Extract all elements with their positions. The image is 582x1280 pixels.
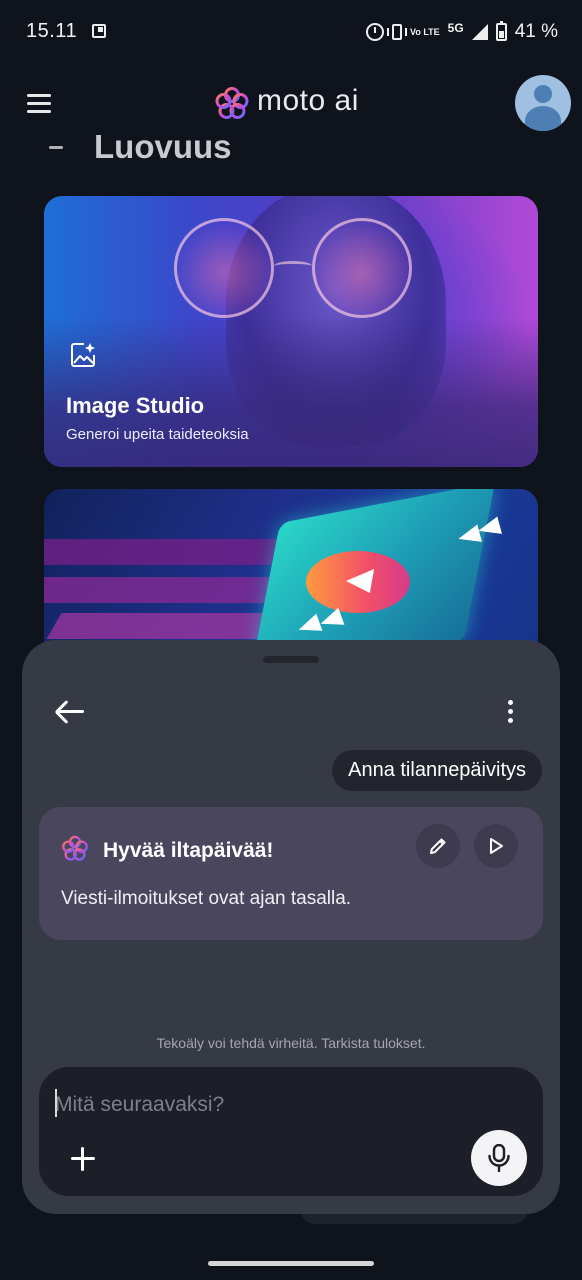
composer (39, 1067, 543, 1196)
edit-button[interactable] (416, 824, 460, 868)
alarm-icon (366, 23, 384, 41)
video-card[interactable] (44, 489, 538, 659)
assistant-sheet: Anna tilannepäivitys Hyvää iltapäivää! V… (22, 640, 560, 1214)
play-icon (343, 569, 375, 593)
signal-icon (471, 24, 488, 40)
menu-icon[interactable] (27, 92, 51, 114)
avatar[interactable] (515, 75, 571, 131)
voice-input-button[interactable] (471, 1130, 527, 1186)
user-message-bubble: Anna tilannepäivitys (332, 750, 542, 791)
prompt-input[interactable] (55, 1087, 475, 1123)
card-title: Image Studio (66, 393, 205, 418)
read-aloud-button[interactable] (474, 824, 518, 868)
battery-percent: 41 % (514, 21, 558, 42)
status-bar: 15.11 Vo LTE 5G 41 % (0, 0, 582, 64)
network-type: 5G (447, 21, 464, 35)
reply-title: Hyvää iltapäivää! (103, 839, 274, 862)
section-title: Luovuus (94, 128, 232, 165)
back-chevron-icon[interactable] (49, 146, 63, 149)
text-caret (55, 1089, 57, 1117)
moto-ai-logo-icon (215, 87, 249, 119)
microphone-icon (488, 1144, 510, 1172)
reply-body: Viesti-ilmoitukset ovat ajan tasalla. (61, 888, 352, 909)
card-subtitle: Generoi upeita taideteoksia (66, 426, 249, 443)
screen: 15.11 Vo LTE 5G 41 % moto ai Luovuus Ima… (0, 0, 582, 1280)
add-attachment-icon[interactable] (69, 1145, 97, 1173)
vibrate-icon (387, 24, 407, 40)
image-studio-card[interactable]: Image Studio Generoi upeita taideteoksia (44, 196, 538, 467)
pencil-icon (430, 838, 446, 854)
ai-disclaimer: Tekoäly voi tehdä virheitä. Tarkista tul… (156, 1035, 426, 1051)
image-sparkle-icon (71, 343, 95, 367)
moto-ai-logo-icon (62, 835, 88, 861)
app-title: moto ai (257, 84, 359, 117)
gesture-nav-handle[interactable] (208, 1261, 374, 1266)
screenshot-notification-icon (92, 24, 106, 38)
more-options-icon[interactable] (500, 698, 520, 726)
assistant-reply-card: Hyvää iltapäivää! Viesti-ilmoitukset ova… (39, 807, 543, 940)
volte-icon: Vo LTE (410, 26, 440, 37)
status-time: 15.11 (26, 20, 78, 42)
battery-icon (495, 21, 507, 41)
status-icons: Vo LTE 5G 41 % (366, 20, 558, 44)
play-icon (490, 838, 503, 854)
back-arrow-icon[interactable] (54, 698, 86, 724)
sheet-drag-handle[interactable] (263, 656, 319, 663)
